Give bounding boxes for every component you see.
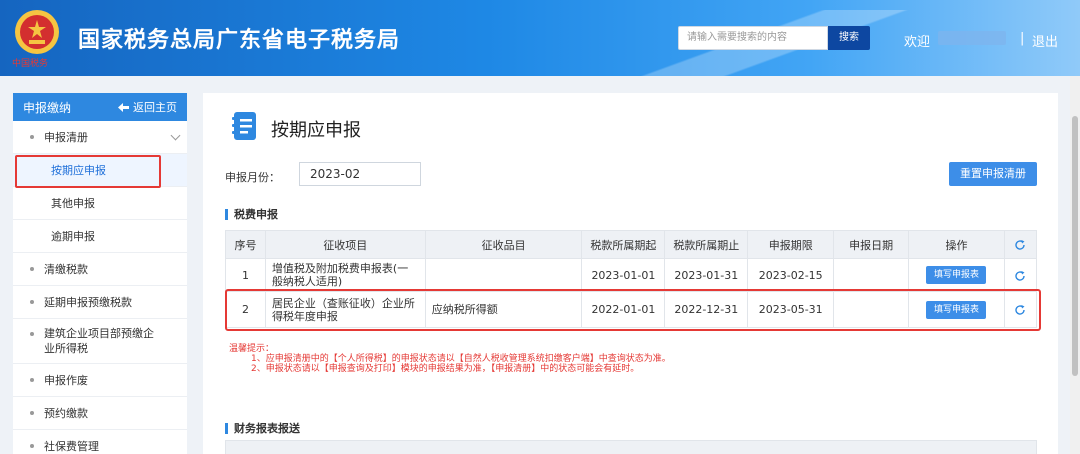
col-header: 征收项目 [264, 230, 426, 259]
fill-form-button[interactable]: 填写申报表 [926, 300, 987, 319]
back-home-label: 返回主页 [133, 101, 177, 114]
section-title-financial-reports: 财务报表报送 [225, 423, 300, 434]
sidebar-item-label: 清缴税款 [44, 263, 88, 276]
col-header: 税款所属期起 [581, 230, 666, 259]
cell-item: 增值税及附加税费申报表(一般纳税人适用) [264, 258, 426, 292]
cell-end: 2022-12-31 [664, 291, 749, 328]
scrollbar-thumb[interactable] [1072, 116, 1078, 376]
cell-category [424, 258, 583, 292]
cell-no: 2 [225, 291, 266, 328]
sidebar-item-declaration-list[interactable]: 申报清册 [13, 121, 187, 154]
refresh-icon[interactable] [1014, 304, 1026, 316]
sidebar: 申报缴纳 返回主页 申报清册 按期应申报 其他申报 逾期申报 清缴税款 延期申报… [13, 93, 187, 454]
sidebar-item-label: 延期申报预缴税款 [44, 296, 132, 309]
cell-date [833, 291, 910, 328]
bullet-icon [30, 444, 34, 448]
sidebar-item-label: 预约缴款 [44, 407, 88, 420]
financial-report-table-header [225, 440, 1037, 454]
refresh-icon[interactable] [1014, 270, 1026, 282]
col-header: 税款所属期止 [664, 230, 749, 259]
bullet-icon [30, 135, 34, 139]
back-arrow-icon [118, 102, 129, 112]
refresh-icon[interactable] [1014, 239, 1026, 251]
tips-title: 温馨提示： [229, 344, 275, 354]
sidebar-item-deferred-declaration[interactable]: 延期申报预缴税款 [13, 286, 187, 319]
sidebar-item-other-declaration[interactable]: 其他申报 [13, 187, 187, 220]
sidebar-item-tax-payment[interactable]: 清缴税款 [13, 253, 187, 286]
table-row: 2 居民企业（查账征收）企业所得税年度申报 应纳税所得额 2022-01-01 … [225, 291, 1038, 328]
cell-deadline: 2023-05-31 [747, 291, 835, 328]
header-separator: | [1020, 31, 1025, 46]
month-input[interactable]: 2023-02 [299, 162, 421, 186]
table-header-row: 序号 征收项目 征收品目 税款所属期起 税款所属期止 申报期限 申报日期 操作 [225, 230, 1038, 259]
sidebar-item-overdue-declaration[interactable]: 逾期申报 [13, 220, 187, 253]
emblem-caption: 中国税务 [12, 59, 49, 69]
tips-line: 1、应申报清册中的【个人所得税】的申报状态请以【自然人税收管理系统扣缴客户端】中… [251, 354, 671, 364]
cell-action: 填写申报表 [908, 258, 1005, 292]
declaration-table: 序号 征收项目 征收品目 税款所属期起 税款所属期止 申报期限 申报日期 操作 … [225, 230, 1038, 328]
sidebar-item-label: 社保费管理 [44, 440, 99, 453]
fill-form-button[interactable]: 填写申报表 [926, 266, 987, 284]
search-input[interactable]: 请输入需要搜索的内容 [678, 26, 828, 50]
sidebar-header: 申报缴纳 返回主页 [13, 93, 187, 121]
chevron-down-icon[interactable] [170, 130, 181, 141]
page-scrollbar[interactable] [1070, 76, 1080, 454]
cell-deadline: 2023-02-15 [747, 258, 835, 292]
cell-start: 2022-01-01 [581, 291, 666, 328]
cell-no: 1 [225, 258, 266, 292]
month-label: 申报月份： [225, 171, 280, 184]
welcome-text: 欢迎 [904, 35, 931, 50]
refresh-all-cell[interactable] [1003, 230, 1038, 259]
cell-action: 填写申报表 [908, 291, 1005, 328]
sidebar-item-label: 申报清册 [44, 131, 88, 144]
cell-start: 2023-01-01 [581, 258, 666, 292]
col-header: 征收品目 [424, 230, 583, 259]
tax-emblem-icon [15, 10, 59, 54]
main-panel: 按期应申报 申报月份： 2023-02 重置申报清册 税费申报 序号 征收项目 … [203, 93, 1058, 454]
cell-end: 2023-01-31 [664, 258, 749, 292]
cell-refresh [1003, 291, 1038, 328]
reset-list-button[interactable]: 重置申报清册 [949, 162, 1037, 186]
cell-refresh [1003, 258, 1038, 292]
cell-item: 居民企业（查账征收）企业所得税年度申报 [264, 291, 426, 328]
col-header: 序号 [225, 230, 266, 259]
bullet-icon [30, 378, 34, 382]
bullet-icon [30, 332, 34, 336]
site-title: 国家税务总局广东省电子税务局 [78, 28, 401, 53]
search-placeholder: 请输入需要搜索的内容 [687, 32, 787, 43]
username-redacted [938, 31, 1006, 45]
col-header: 申报日期 [833, 230, 910, 259]
bullet-icon [30, 300, 34, 304]
sidebar-item-social-insurance[interactable]: 社保费管理 [13, 430, 187, 454]
tips-block: 温馨提示： 1、应申报清册中的【个人所得税】的申报状态请以【自然人税收管理系统扣… [229, 344, 671, 374]
tips-line: 2、申报状态请以【申报查询及打印】模块的申报结果为准，【申报清册】中的状态可能会… [251, 364, 640, 374]
sidebar-item-declaration-void[interactable]: 申报作废 [13, 364, 187, 397]
logout-link[interactable]: 退出 [1032, 31, 1058, 50]
sidebar-item-periodic-declaration[interactable]: 按期应申报 [13, 154, 187, 187]
sidebar-item-label: 建筑企业项目部预缴企业所得税 [44, 327, 154, 355]
document-icon [232, 112, 256, 140]
search-button[interactable]: 搜索 [828, 26, 870, 50]
cell-category: 应纳税所得额 [424, 291, 583, 328]
col-header: 申报期限 [747, 230, 835, 259]
section-title-tax-declaration: 税费申报 [225, 209, 278, 220]
sidebar-item-scheduled-payment[interactable]: 预约缴款 [13, 397, 187, 430]
sidebar-item-construction-prepayment[interactable]: 建筑企业项目部预缴企业所得税 [13, 319, 187, 364]
bullet-icon [30, 267, 34, 271]
sidebar-item-label: 申报作废 [44, 374, 88, 387]
back-home-link[interactable]: 返回主页 [118, 99, 177, 115]
top-banner: 中国税务 国家税务总局广东省电子税务局 请输入需要搜索的内容 搜索 欢迎 | 退… [0, 0, 1080, 76]
col-header: 操作 [908, 230, 1005, 259]
sidebar-title: 申报缴纳 [23, 100, 72, 115]
table-row: 1 增值税及附加税费申报表(一般纳税人适用) 2023-01-01 2023-0… [225, 258, 1038, 292]
page-title: 按期应申报 [271, 120, 361, 141]
bullet-icon [30, 411, 34, 415]
cell-date [833, 258, 910, 292]
